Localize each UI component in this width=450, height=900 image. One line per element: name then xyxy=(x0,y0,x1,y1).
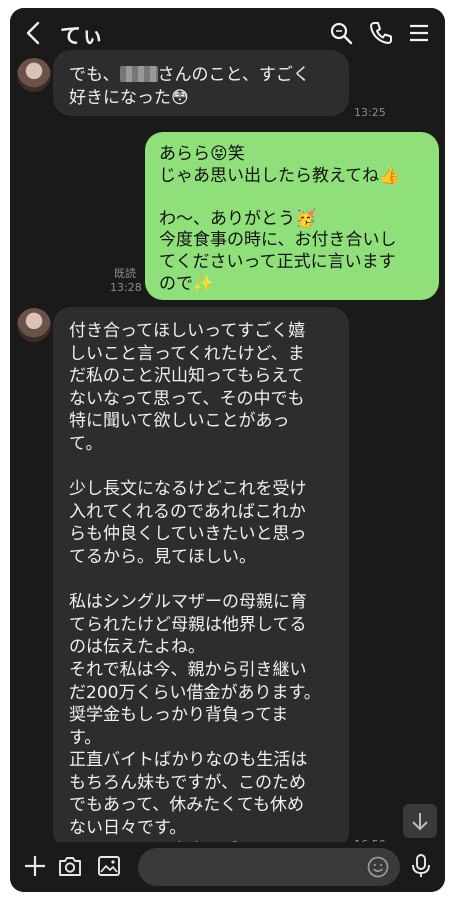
arrow-down-icon xyxy=(412,813,428,831)
outgoing-message-bubble[interactable]: あらら😝笑 じゃあ思い出したら教えてね👍 わ〜、ありがとう🥳 今度食事の時に、お… xyxy=(145,132,439,300)
camera-icon[interactable] xyxy=(57,853,83,879)
message-time: 13:28 xyxy=(110,281,142,294)
message-time: 13:25 xyxy=(354,106,386,119)
menu-icon[interactable] xyxy=(406,20,432,46)
plus-icon[interactable] xyxy=(22,853,48,879)
chat-title: てぃ xyxy=(60,24,104,48)
back-icon[interactable] xyxy=(22,20,46,46)
avatar[interactable] xyxy=(17,58,51,92)
image-icon[interactable] xyxy=(96,853,122,879)
blurred-name xyxy=(119,66,158,82)
message-list[interactable]: でも、 さんのこと、すごく 好きになった😳 13:25 既読 13:28 あらら😝… xyxy=(10,50,445,883)
emoji-icon[interactable] xyxy=(366,855,390,879)
phone-icon[interactable] xyxy=(368,20,394,46)
avatar[interactable] xyxy=(17,308,51,342)
search-icon[interactable] xyxy=(328,20,354,46)
incoming-message-bubble[interactable]: 付き合ってほしいってすごく嬉 しいこと言ってくれたけど、ま だ私のこと沢山知って… xyxy=(53,307,349,883)
message-text: でも、 xyxy=(69,65,120,85)
incoming-message-bubble[interactable]: でも、 さんのこと、すごく 好きになった😳 xyxy=(53,50,349,116)
message-input[interactable] xyxy=(138,848,400,886)
mic-icon[interactable] xyxy=(408,853,434,879)
input-bar xyxy=(10,842,445,892)
read-receipt: 既読 xyxy=(114,267,136,280)
chat-screen: てぃ でも、 さんのこと、すごく 好きになった😳 13:25 既読 13:28 あ… xyxy=(10,8,445,892)
scroll-to-bottom-button[interactable] xyxy=(403,804,437,838)
